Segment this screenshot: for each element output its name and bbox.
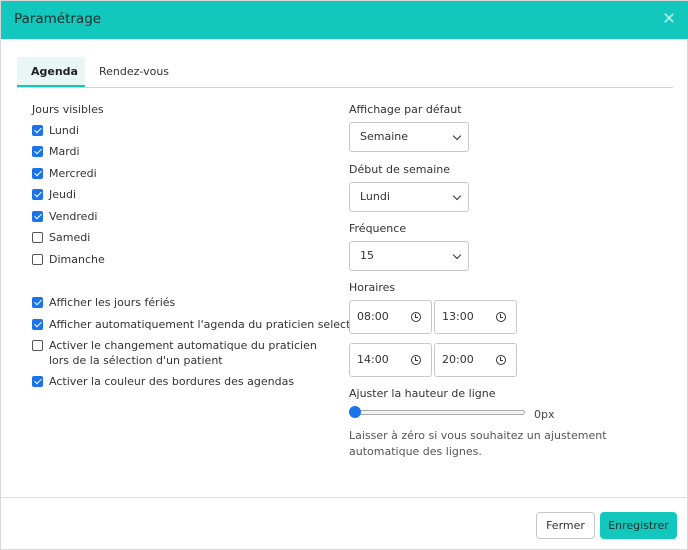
settings-dialog: Paramétrage Agenda Rendez-vous Jours vis… — [0, 0, 688, 550]
row-height-slider-track[interactable] — [355, 410, 525, 415]
day-sunday-checkbox[interactable] — [32, 254, 43, 265]
tab-bar: Agenda Rendez-vous — [17, 57, 673, 88]
close-icon[interactable] — [661, 10, 677, 26]
frequency-value: 15 — [360, 249, 374, 262]
afternoon-start-input[interactable]: 14:00 — [349, 343, 432, 377]
row-height-label: Ajuster la hauteur de ligne — [349, 387, 496, 400]
tab-agenda[interactable]: Agenda — [17, 57, 85, 87]
frequency-label: Fréquence — [349, 222, 407, 235]
day-friday-row[interactable]: Vendredi — [32, 209, 97, 224]
day-wednesday-label: Mercredi — [49, 167, 97, 180]
day-friday-checkbox[interactable] — [32, 211, 43, 222]
default-view-value: Semaine — [360, 130, 409, 143]
option-auto-switch-label: Activer le changement automatique du pra… — [49, 339, 317, 367]
morning-end-value: 13:00 — [442, 310, 474, 323]
chevron-down-icon — [452, 191, 462, 201]
option-border-color-label: Activer la couleur des bordures des agen… — [49, 375, 295, 388]
afternoon-end-value: 20:00 — [442, 353, 474, 366]
day-monday-row[interactable]: Lundi — [32, 123, 79, 138]
day-friday-label: Vendredi — [49, 210, 98, 223]
option-holidays-checkbox[interactable] — [32, 297, 43, 308]
day-saturday-row[interactable]: Samedi — [32, 230, 90, 245]
day-monday-label: Lundi — [49, 124, 79, 137]
default-view-label: Affichage par défaut — [349, 103, 462, 116]
row-height-slider-thumb[interactable] — [349, 406, 361, 418]
option-auto-agenda-row[interactable]: Afficher automatiquement l'agenda du pra… — [32, 317, 381, 332]
day-sunday-label: Dimanche — [49, 253, 105, 266]
week-start-select[interactable]: Lundi — [349, 182, 469, 212]
week-start-label: Début de semaine — [349, 163, 450, 176]
week-start-value: Lundi — [360, 190, 390, 203]
clock-icon — [496, 312, 506, 322]
hours-label: Horaires — [349, 281, 396, 294]
chevron-down-icon — [452, 131, 462, 141]
afternoon-end-input[interactable]: 20:00 — [434, 343, 517, 377]
option-border-color-checkbox[interactable] — [32, 376, 43, 387]
day-thursday-checkbox[interactable] — [32, 189, 43, 200]
dialog-header: Paramétrage — [1, 1, 688, 39]
option-border-color-row[interactable]: Activer la couleur des bordures des agen… — [32, 374, 294, 389]
option-auto-switch-checkbox[interactable] — [32, 340, 43, 351]
tab-rendez-vous[interactable]: Rendez-vous — [85, 57, 183, 87]
day-tuesday-row[interactable]: Mardi — [32, 144, 80, 159]
dialog-title: Paramétrage — [14, 11, 102, 27]
visible-days-label: Jours visibles — [32, 103, 104, 116]
option-auto-agenda-label: Afficher automatiquement l'agenda du pra… — [49, 318, 381, 331]
chevron-down-icon — [452, 250, 462, 260]
option-auto-switch-row[interactable]: Activer le changement automatique du pra… — [32, 338, 337, 368]
frequency-select[interactable]: 15 — [349, 241, 469, 271]
morning-end-input[interactable]: 13:00 — [434, 300, 517, 334]
day-saturday-checkbox[interactable] — [32, 232, 43, 243]
day-sunday-row[interactable]: Dimanche — [32, 252, 105, 267]
close-button[interactable]: Fermer — [536, 512, 595, 539]
morning-start-input[interactable]: 08:00 — [349, 300, 432, 334]
day-tuesday-checkbox[interactable] — [32, 146, 43, 157]
day-wednesday-checkbox[interactable] — [32, 168, 43, 179]
day-thursday-row[interactable]: Jeudi — [32, 187, 76, 202]
option-holidays-label: Afficher les jours fériés — [49, 296, 176, 309]
default-view-select[interactable]: Semaine — [349, 122, 469, 152]
clock-icon — [411, 312, 421, 322]
afternoon-start-value: 14:00 — [357, 353, 389, 366]
morning-start-value: 08:00 — [357, 310, 389, 323]
footer-divider — [1, 497, 688, 498]
row-height-value: 0px — [534, 408, 555, 421]
option-auto-agenda-checkbox[interactable] — [32, 319, 43, 330]
day-tuesday-label: Mardi — [49, 145, 80, 158]
day-thursday-label: Jeudi — [49, 188, 77, 201]
clock-icon — [411, 355, 421, 365]
day-wednesday-row[interactable]: Mercredi — [32, 166, 97, 181]
clock-icon — [496, 355, 506, 365]
day-saturday-label: Samedi — [49, 231, 91, 244]
save-button[interactable]: Enregistrer — [600, 512, 677, 539]
row-height-hint: Laisser à zéro si vous souhaitez un ajus… — [349, 429, 607, 458]
option-holidays-row[interactable]: Afficher les jours fériés — [32, 295, 175, 310]
day-monday-checkbox[interactable] — [32, 125, 43, 136]
